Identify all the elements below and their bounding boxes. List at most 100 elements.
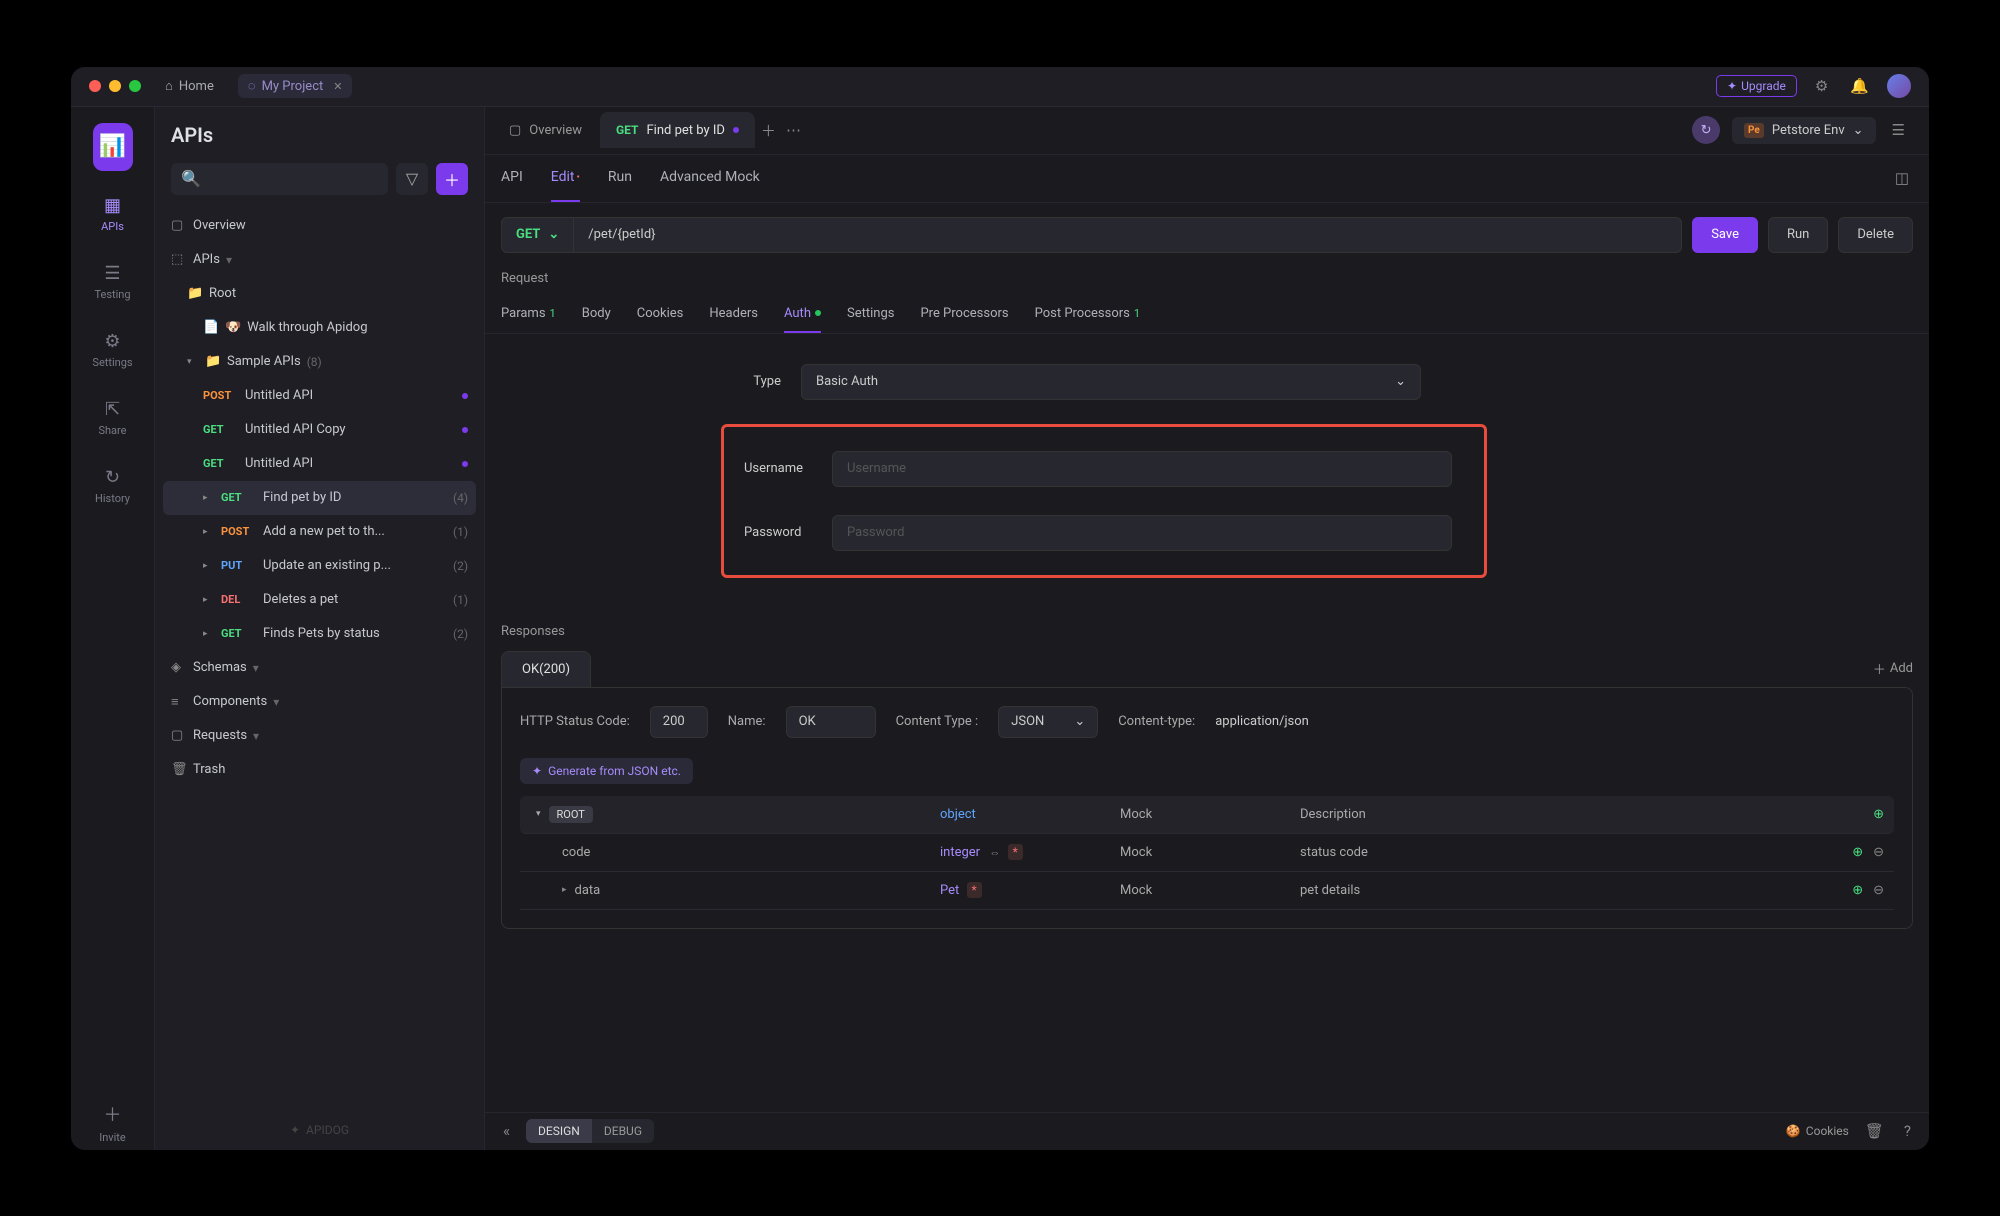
field-name[interactable]: data bbox=[575, 883, 601, 898]
tree-trash[interactable]: 🗑 Trash bbox=[163, 753, 476, 787]
project-tab[interactable]: ◌ My Project ✕ bbox=[238, 74, 353, 98]
add-field-icon[interactable]: ⊕ bbox=[1852, 845, 1863, 860]
field-type[interactable]: integer bbox=[940, 845, 980, 860]
plus-icon: ＋ bbox=[444, 167, 460, 191]
folder-icon: 📁 bbox=[187, 286, 203, 301]
run-button[interactable]: Run bbox=[1768, 217, 1828, 253]
status-code-input[interactable] bbox=[650, 706, 708, 738]
tab-current[interactable]: GET Find pet by ID bbox=[600, 112, 755, 148]
reqtab-cookies[interactable]: Cookies bbox=[637, 296, 684, 333]
tree-item-selected[interactable]: ▸ GET Find pet by ID (4) bbox=[163, 481, 476, 515]
help-icon[interactable]: ? bbox=[1900, 1118, 1915, 1144]
tab-overview[interactable]: ▢ Overview bbox=[493, 112, 598, 148]
tree-item[interactable]: ▸ DEL Deletes a pet (1) bbox=[163, 583, 476, 617]
more-tabs-button[interactable]: ⋯ bbox=[782, 117, 805, 143]
response-tab[interactable]: OK(200) bbox=[501, 651, 591, 687]
filter-button[interactable]: ▽ bbox=[396, 163, 428, 195]
subtab-edit[interactable]: Edit• bbox=[551, 155, 580, 202]
subtab-api[interactable]: API bbox=[501, 155, 523, 202]
reqtab-body[interactable]: Body bbox=[582, 296, 611, 333]
debug-mode[interactable]: DEBUG bbox=[592, 1119, 654, 1143]
env-select[interactable]: Pe Petstore Env ⌄ bbox=[1732, 117, 1876, 144]
link-icon[interactable]: ⇔ bbox=[989, 846, 1000, 859]
reqtab-headers[interactable]: Headers bbox=[709, 296, 758, 333]
password-input[interactable] bbox=[832, 515, 1452, 551]
menu-button[interactable]: ☰ bbox=[1888, 117, 1909, 143]
maximize-window-icon[interactable] bbox=[129, 80, 141, 92]
username-input[interactable] bbox=[832, 451, 1452, 487]
auth-type-select[interactable]: Basic Auth ⌄ bbox=[801, 364, 1421, 400]
tree-walk[interactable]: 📄 🐶 Walk through Apidog bbox=[163, 311, 476, 345]
minimize-window-icon[interactable] bbox=[109, 80, 121, 92]
tree-components[interactable]: ≡ Components ▾ bbox=[163, 685, 476, 719]
add-field-icon[interactable]: ⊕ bbox=[1873, 807, 1884, 822]
home-button[interactable]: ⌂ Home bbox=[155, 74, 224, 98]
save-button[interactable]: Save bbox=[1692, 217, 1758, 253]
field-type[interactable]: Pet bbox=[940, 883, 959, 898]
close-window-icon[interactable] bbox=[89, 80, 101, 92]
subtab-run[interactable]: Run bbox=[608, 155, 632, 202]
tree-schemas[interactable]: ◈ Schemas ▾ bbox=[163, 651, 476, 685]
tree-requests[interactable]: ▢ Requests ▾ bbox=[163, 719, 476, 753]
desc-cell[interactable]: status code bbox=[1300, 845, 1824, 860]
rail-settings[interactable]: ⚙ Settings bbox=[83, 325, 143, 375]
avatar[interactable] bbox=[1887, 74, 1911, 98]
add-tab-button[interactable]: ＋ bbox=[757, 116, 780, 145]
rail-share[interactable]: ⇱ Share bbox=[83, 393, 143, 443]
expand-icon[interactable]: ▸ bbox=[562, 885, 567, 895]
mock-cell[interactable]: Mock bbox=[1120, 883, 1300, 898]
tree-apis-root[interactable]: ⬚ APIs ▾ bbox=[163, 243, 476, 277]
tree-item[interactable]: GET Untitled API bbox=[163, 447, 476, 481]
upgrade-button[interactable]: ✦ Upgrade bbox=[1716, 75, 1797, 97]
refresh-button[interactable]: ↻ bbox=[1692, 116, 1720, 144]
reqtab-pre[interactable]: Pre Processors bbox=[920, 296, 1008, 333]
design-mode[interactable]: DESIGN bbox=[526, 1119, 592, 1143]
bell-icon[interactable]: 🔔 bbox=[1846, 73, 1873, 99]
reqtab-params[interactable]: Params 1 bbox=[501, 296, 556, 333]
tree-sample-group[interactable]: ▾ 📁 Sample APIs (8) bbox=[163, 345, 476, 379]
settings-icon[interactable]: ⚙ bbox=[1811, 73, 1832, 99]
rail-testing[interactable]: ☰ Testing bbox=[83, 257, 143, 307]
close-tab-icon[interactable]: ✕ bbox=[333, 80, 342, 93]
cookies-button[interactable]: 🍪 Cookies bbox=[1786, 1124, 1849, 1138]
tree-item[interactable]: ▸ POST Add a new pet to th... (1) bbox=[163, 515, 476, 549]
method-select[interactable]: GET ⌄ bbox=[501, 217, 574, 253]
rail-history[interactable]: ↻ History bbox=[83, 461, 143, 511]
remove-field-icon[interactable]: ⊖ bbox=[1873, 845, 1884, 860]
reqtab-label: Params bbox=[501, 306, 546, 321]
tree-item[interactable]: ▸ GET Finds Pets by status (2) bbox=[163, 617, 476, 651]
mock-cell[interactable]: Mock bbox=[1120, 845, 1300, 860]
remove-field-icon[interactable]: ⊖ bbox=[1873, 883, 1884, 898]
delete-button[interactable]: Delete bbox=[1838, 217, 1913, 253]
tree-root-folder[interactable]: 📁 Root bbox=[163, 277, 476, 311]
tree-item[interactable]: ▸ PUT Update an existing p... (2) bbox=[163, 549, 476, 583]
chevron-right-icon: ▸ bbox=[203, 527, 215, 537]
rail-apis[interactable]: ▦ APIs bbox=[83, 189, 143, 239]
app-logo[interactable]: 📊 bbox=[93, 123, 133, 171]
trash-icon[interactable]: 🗑 bbox=[1861, 1118, 1888, 1144]
tree-overview[interactable]: ▢ Overview bbox=[163, 209, 476, 243]
content-type-select[interactable]: JSON ⌄ bbox=[998, 706, 1098, 738]
desc-cell[interactable]: pet details bbox=[1300, 883, 1824, 898]
reqtab-settings[interactable]: Settings bbox=[847, 296, 894, 333]
rail-invite[interactable]: ＋ Invite bbox=[83, 1095, 143, 1150]
content-type-header-label: Content-type: bbox=[1118, 714, 1195, 729]
search-input[interactable]: 🔍 bbox=[171, 163, 388, 195]
add-field-icon[interactable]: ⊕ bbox=[1852, 883, 1863, 898]
collapse-panel-icon[interactable]: « bbox=[499, 1118, 514, 1144]
tree-item[interactable]: GET Untitled API Copy bbox=[163, 413, 476, 447]
add-button[interactable]: ＋ bbox=[436, 163, 468, 195]
collapse-icon[interactable]: ▾ bbox=[536, 809, 541, 819]
panel-icon[interactable]: ◫ bbox=[1891, 165, 1913, 191]
url-input[interactable]: /pet/{petId} bbox=[574, 217, 1682, 253]
reqtab-post[interactable]: Post Processors 1 bbox=[1035, 296, 1140, 333]
subtab-mock[interactable]: Advanced Mock bbox=[660, 155, 760, 202]
chevron-right-icon: ▸ bbox=[203, 629, 215, 639]
response-name-input[interactable] bbox=[786, 706, 876, 738]
generate-button[interactable]: ✦ Generate from JSON etc. bbox=[520, 758, 693, 784]
reqtab-auth[interactable]: Auth bbox=[784, 296, 821, 333]
tree-item[interactable]: POST Untitled API bbox=[163, 379, 476, 413]
add-response-button[interactable]: ＋ Add bbox=[1873, 651, 1913, 687]
field-name[interactable]: code bbox=[562, 845, 590, 860]
tree-label: APIs bbox=[193, 252, 220, 267]
